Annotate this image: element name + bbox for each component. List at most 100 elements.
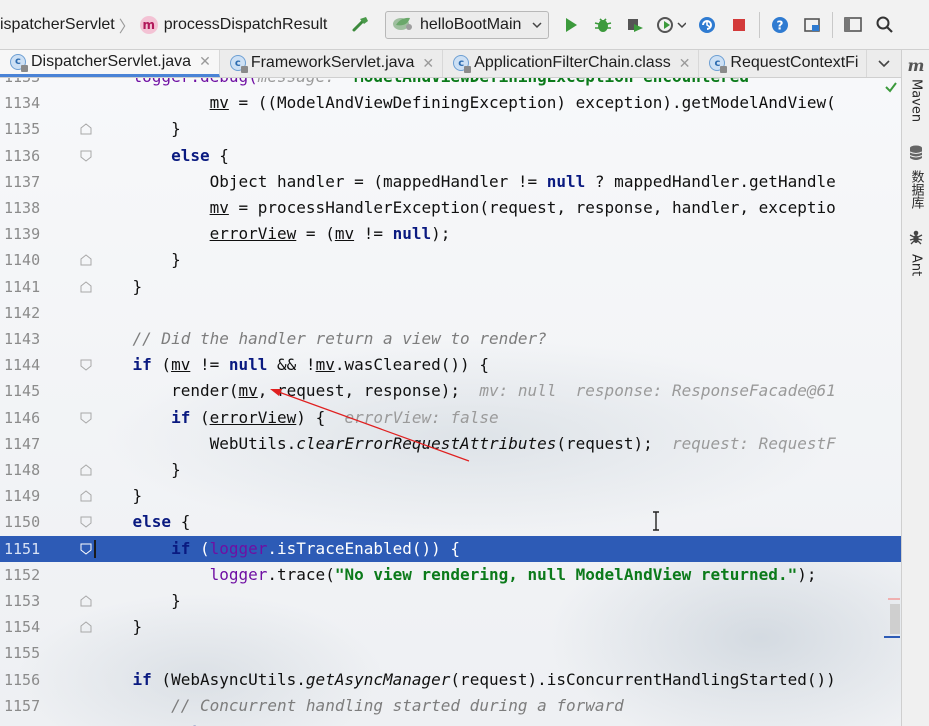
- line-number[interactable]: 1147: [4, 431, 42, 457]
- breadcrumb-separator: 〉: [118, 18, 135, 36]
- line-number[interactable]: 1149: [4, 483, 42, 509]
- code-text: errorView = (mv != null);: [94, 221, 451, 247]
- line-number[interactable]: 1148: [4, 457, 42, 483]
- code-line[interactable]: 1147 WebUtils.clearErrorRequestAttribute…: [0, 431, 901, 457]
- line-number[interactable]: 1137: [4, 169, 42, 195]
- code-text: // Concurrent handling started during a …: [94, 693, 624, 719]
- fold-close-icon[interactable]: [80, 621, 92, 633]
- fold-close-icon[interactable]: [80, 123, 92, 135]
- fold-open-icon[interactable]: [80, 412, 92, 424]
- line-number[interactable]: 1153: [4, 588, 42, 614]
- fold-close-icon[interactable]: [80, 254, 92, 266]
- line-number[interactable]: 1150: [4, 509, 42, 535]
- code-line[interactable]: 1158 return;: [0, 719, 901, 726]
- line-number[interactable]: 1140: [4, 247, 42, 273]
- search-icon[interactable]: [872, 12, 898, 38]
- code-line[interactable]: 1150 else {: [0, 509, 901, 535]
- code-line[interactable]: 1148 }: [0, 457, 901, 483]
- code-line[interactable]: 1140 }: [0, 247, 901, 273]
- maven-tool-button[interactable]: m Maven: [902, 56, 929, 122]
- code-line[interactable]: 1141 }: [0, 274, 901, 300]
- code-line[interactable]: 1157 // Concurrent handling started duri…: [0, 693, 901, 719]
- code-line[interactable]: 1137 Object handler = (mappedHandler != …: [0, 169, 901, 195]
- code-line[interactable]: 1155: [0, 640, 901, 666]
- update-app-icon[interactable]: [694, 12, 720, 38]
- line-number[interactable]: 1158: [4, 719, 42, 726]
- code-line[interactable]: 1152 logger.trace("No view rendering, nu…: [0, 562, 901, 588]
- close-icon[interactable]: ✕: [199, 53, 211, 70]
- fold-open-icon[interactable]: [80, 359, 92, 371]
- run-icon[interactable]: [558, 12, 584, 38]
- line-number[interactable]: 1136: [4, 143, 42, 169]
- line-number[interactable]: 1145: [4, 378, 42, 404]
- presentation-mode-icon[interactable]: [840, 12, 866, 38]
- line-number[interactable]: 1152: [4, 562, 42, 588]
- tab-framework-servlet[interactable]: c FrameworkServlet.java ✕: [220, 50, 444, 77]
- fold-close-icon[interactable]: [80, 595, 92, 607]
- code-token: = (: [296, 224, 335, 244]
- code-line[interactable]: 1153 }: [0, 588, 901, 614]
- code-line[interactable]: 1133 logger.debug(message: "ModelAndView…: [0, 78, 901, 90]
- stop-icon[interactable]: [726, 12, 752, 38]
- run-configuration-selector[interactable]: helloBootMain: [385, 11, 549, 39]
- code-token: .isTraceEnabled()) {: [267, 538, 461, 558]
- debug-icon[interactable]: [590, 12, 616, 38]
- code-line[interactable]: 1136 else {: [0, 143, 901, 169]
- tab-request-context-filter[interactable]: c RequestContextFi: [699, 50, 868, 77]
- text-cursor-icon: [653, 511, 659, 531]
- line-number[interactable]: 1143: [4, 326, 42, 352]
- fold-close-icon[interactable]: [80, 464, 92, 476]
- code-token: (request).isConcurrentHandlingStarted()): [450, 669, 836, 689]
- code-line[interactable]: 1138 mv = processHandlerException(reques…: [0, 195, 901, 221]
- close-icon[interactable]: ✕: [679, 55, 691, 72]
- close-icon[interactable]: ✕: [422, 55, 434, 72]
- line-number[interactable]: 1157: [4, 693, 42, 719]
- build-hammer-icon[interactable]: [348, 12, 374, 38]
- tab-dispatcher-servlet[interactable]: c DispatcherServlet.java ✕: [0, 50, 220, 77]
- code-line[interactable]: 1149 }: [0, 483, 901, 509]
- tab-application-filter-chain[interactable]: c ApplicationFilterChain.class ✕: [443, 50, 700, 77]
- fold-open-icon[interactable]: [80, 516, 92, 529]
- code-line[interactable]: 1139 errorView = (mv != null);: [0, 221, 901, 247]
- tab-list-chevron-icon[interactable]: [873, 50, 895, 76]
- line-number[interactable]: 1156: [4, 667, 42, 693]
- inspection-ok-icon[interactable]: [884, 80, 898, 94]
- code-line[interactable]: 1151 if (logger.isTraceEnabled()) {: [0, 535, 901, 562]
- code-line[interactable]: 1135 }: [0, 116, 901, 142]
- line-number[interactable]: 1139: [4, 221, 42, 247]
- ant-tool-button[interactable]: Ant: [902, 228, 929, 276]
- code-line[interactable]: 1154 }: [0, 614, 901, 640]
- help-icon[interactable]: ?: [767, 12, 793, 38]
- coverage-icon[interactable]: [622, 12, 648, 38]
- line-number[interactable]: 1151: [4, 536, 42, 562]
- line-number[interactable]: 1155: [4, 640, 42, 666]
- code-line[interactable]: 1134 mv = ((ModelAndViewDefiningExceptio…: [0, 90, 901, 116]
- line-number[interactable]: 1135: [4, 116, 42, 142]
- fold-close-icon[interactable]: [80, 280, 92, 293]
- fold-close-icon[interactable]: [80, 490, 92, 502]
- profile-icon[interactable]: [654, 12, 688, 38]
- breadcrumb-method[interactable]: processDispatchResult: [164, 16, 328, 34]
- code-line[interactable]: 1143 // Did the handler return a view to…: [0, 326, 901, 352]
- line-number[interactable]: 1142: [4, 300, 42, 326]
- line-number[interactable]: 1154: [4, 614, 42, 640]
- line-number[interactable]: 1141: [4, 274, 42, 300]
- code-line[interactable]: 1145 render(mv, request, response); mv: …: [0, 378, 901, 404]
- fold-open-icon[interactable]: [80, 150, 92, 162]
- fold-open-icon[interactable]: [80, 543, 92, 555]
- project-structure-icon[interactable]: [799, 12, 825, 38]
- code-line[interactable]: 1144 if (mv != null && !mv.wasCleared())…: [0, 352, 901, 378]
- line-number[interactable]: 1146: [4, 405, 42, 431]
- line-number[interactable]: 1138: [4, 195, 42, 221]
- code-line[interactable]: 1156 if (WebAsyncUtils.getAsyncManager(r…: [0, 667, 901, 693]
- line-number[interactable]: 1133: [4, 78, 42, 90]
- code-line[interactable]: 1142: [0, 300, 901, 326]
- code-token: logger.debug(: [94, 78, 258, 86]
- line-number[interactable]: 1134: [4, 90, 42, 116]
- breadcrumb-class[interactable]: ispatcherServlet: [0, 16, 115, 34]
- line-number[interactable]: 1144: [4, 352, 42, 378]
- code-line[interactable]: 1146 if (errorView) { errorView: false: [0, 405, 901, 431]
- code-editor[interactable]: 1133 logger.debug(message: "ModelAndView…: [0, 78, 901, 726]
- database-tool-button[interactable]: 数据库: [902, 144, 929, 209]
